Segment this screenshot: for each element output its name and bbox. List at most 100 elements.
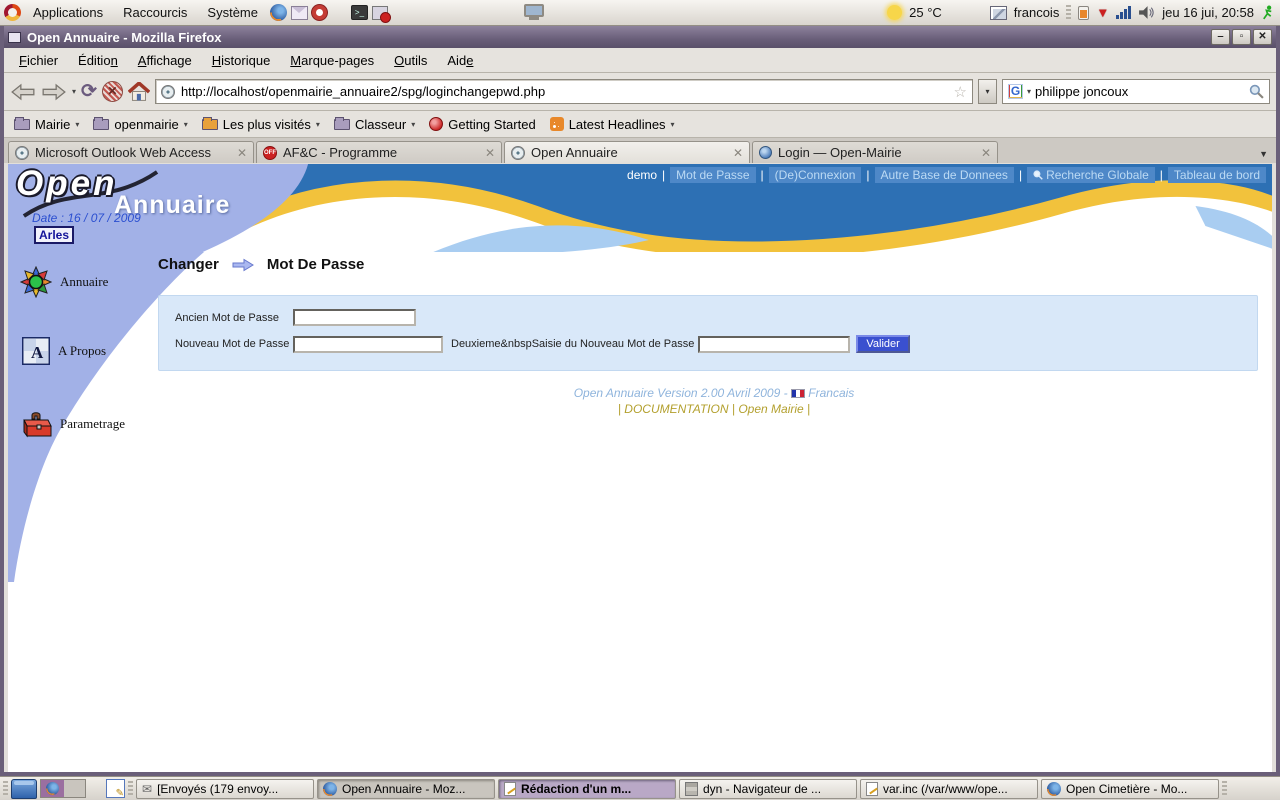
valider-button[interactable]: Valider [856,335,909,353]
url-dropdown-button[interactable]: ▾ [978,79,997,104]
window-titlebar[interactable]: Open Annuaire - Mozilla Firefox ‒ ▫ ✕ [4,26,1276,48]
reload-button[interactable]: ⟳ [81,82,97,102]
sidebar-label: Parametrage [60,416,125,432]
mail-compose-icon [504,782,516,796]
close-tab-icon[interactable]: ✕ [733,146,743,160]
updates-available-icon[interactable]: ▼ [1096,6,1109,19]
menu-affichage[interactable]: Affichage [129,51,201,70]
applet-grip[interactable] [1066,5,1071,21]
taskbar-button-open-cimetiere[interactable]: Open Cimetière - Mo... [1041,779,1219,799]
taskbar-grip[interactable] [3,781,8,797]
home-button[interactable] [128,82,150,101]
panel-menu-raccourcis[interactable]: Raccourcis [115,3,195,22]
menu-outils[interactable]: Outils [385,51,436,70]
taskbar-button-var-inc[interactable]: var.inc (/var/www/ope... [860,779,1038,799]
bookmark-star-icon[interactable]: ☆ [954,83,967,101]
sidebar-item-a-propos[interactable]: A A Propos [22,337,106,365]
taskbar-button-dyn-navigateur[interactable]: dyn - Navigateur de ... [679,779,857,799]
close-button[interactable]: ✕ [1253,29,1272,45]
task-label: Open Cimetière - Mo... [1066,782,1187,796]
menu-historique[interactable]: Historique [203,51,280,70]
menu-edition[interactable]: Édition [69,51,127,70]
bookmark-les-plus-visites[interactable]: Les plus visités ▾ [202,117,320,132]
taskbar-button-envoyes[interactable]: ✉ [Envoyés (179 envoy... [136,779,314,799]
taskbar-button-redaction[interactable]: Rédaction d'un m... [498,779,676,799]
close-tab-icon[interactable]: ✕ [981,146,991,160]
taskbar-button-open-annuaire[interactable]: Open Annuaire - Moz... [317,779,495,799]
bookmark-classeur[interactable]: Classeur ▾ [334,117,415,132]
task-label: dyn - Navigateur de ... [703,782,821,796]
mail-launcher-icon[interactable] [291,6,308,20]
confirm-password-field[interactable] [698,336,850,353]
search-engine-dropdown-icon[interactable]: ▾ [1027,87,1031,96]
history-dropdown-icon[interactable]: ▾ [72,87,76,96]
firefox-launcher-icon[interactable] [270,4,287,21]
taskbar-grip[interactable] [128,781,133,797]
tab-outlook[interactable]: Microsoft Outlook Web Access ✕ [8,141,254,163]
tab-open-annuaire[interactable]: Open Annuaire ✕ [504,141,750,163]
screenshot-applet-icon[interactable] [990,6,1007,20]
page-header: Open Annuaire Date : 16 / 07 / 2009 Arle… [8,164,1272,252]
close-tab-icon[interactable]: ✕ [237,146,247,160]
link-tableau-de-bord[interactable]: Tableau de bord [1168,167,1266,183]
link-autre-base[interactable]: Autre Base de Donnees [875,167,1014,183]
bookmark-label: Les plus visités [223,117,311,132]
window-selector-icon[interactable] [372,6,388,20]
volume-icon[interactable] [1138,6,1155,19]
display-applet-icon[interactable] [524,4,544,21]
maximize-button[interactable]: ▫ [1232,29,1251,45]
show-desktop-icon[interactable] [11,779,37,799]
tab-login-open-mairie[interactable]: Login — Open-Mairie ✕ [752,141,998,163]
forward-button[interactable] [41,81,67,103]
minimize-button[interactable]: ‒ [1211,29,1230,45]
tab-list-dropdown-icon[interactable]: ▼ [1255,149,1272,163]
panel-menu-systeme[interactable]: Système [199,3,266,22]
screenshot-tool-icon[interactable] [106,779,125,798]
weather-sun-icon[interactable] [887,5,902,20]
chevron-down-icon: ▾ [316,120,320,129]
link-recherche-globale[interactable]: Recherche Globale [1027,167,1155,183]
menu-aide[interactable]: Aide [438,51,482,70]
bookmark-mairie[interactable]: Mairie ▾ [14,117,79,132]
back-button[interactable] [10,81,36,103]
open-mairie-link[interactable]: Open Mairie [738,402,803,416]
bookmark-getting-started[interactable]: Getting Started [429,117,535,132]
user-switcher[interactable]: francois [1014,5,1060,20]
sidebar-item-parametrage[interactable]: Parametrage [20,410,125,438]
ubuntu-logo-icon[interactable] [4,4,21,21]
old-password-field[interactable] [293,309,416,326]
link-mot-de-passe[interactable]: Mot de Passe [670,167,755,183]
help-launcher-icon[interactable] [312,5,327,20]
documentation-link[interactable]: DOCUMENTATION [624,402,728,416]
link-deconnexion[interactable]: (De)Connexion [769,167,862,183]
stop-button[interactable]: ✕ [102,81,123,102]
workspace-pager[interactable] [40,779,86,798]
panel-clock[interactable]: jeu 16 jui, 20:58 [1162,5,1254,20]
url-text[interactable]: http://localhost/openmairie_annuaire2/sp… [181,84,545,99]
city-arles-button[interactable]: Arles [34,226,74,244]
bookmark-openmairie[interactable]: openmairie ▾ [93,117,187,132]
tab-afc-programme[interactable]: OFF AF&C - Programme ✕ [256,141,502,163]
bookmark-latest-headlines[interactable]: Latest Headlines ▾ [550,117,675,132]
main-area: Changer Mot De Passe Ancien Mot de Passe… [156,252,1272,772]
menu-marque-pages[interactable]: Marque-pages [281,51,383,70]
new-password-field[interactable] [293,336,443,353]
google-logo-icon: G [1008,84,1023,99]
language-link[interactable]: Francais [808,386,854,400]
session-runner-icon[interactable] [1261,5,1274,20]
panel-menu-applications[interactable]: Applications [25,3,111,22]
chevron-down-icon: ▾ [671,120,675,129]
terminal-launcher-icon[interactable]: >_ [351,5,368,20]
search-box[interactable]: G ▾ philippe joncoux [1002,79,1270,104]
taskbar-grip[interactable] [1222,781,1227,797]
close-tab-icon[interactable]: ✕ [485,146,495,160]
search-go-icon[interactable] [1249,84,1264,99]
separator: | [1019,168,1022,182]
sidebar-item-annuaire[interactable]: Annuaire [20,266,108,298]
search-input[interactable]: philippe joncoux [1035,84,1128,99]
network-signal-icon[interactable] [1116,6,1131,19]
menu-fichier[interactable]: Fichier [10,51,67,70]
battery-icon[interactable] [1078,6,1089,20]
firefox-icon [1047,782,1061,796]
url-bar[interactable]: http://localhost/openmairie_annuaire2/sp… [155,79,973,104]
